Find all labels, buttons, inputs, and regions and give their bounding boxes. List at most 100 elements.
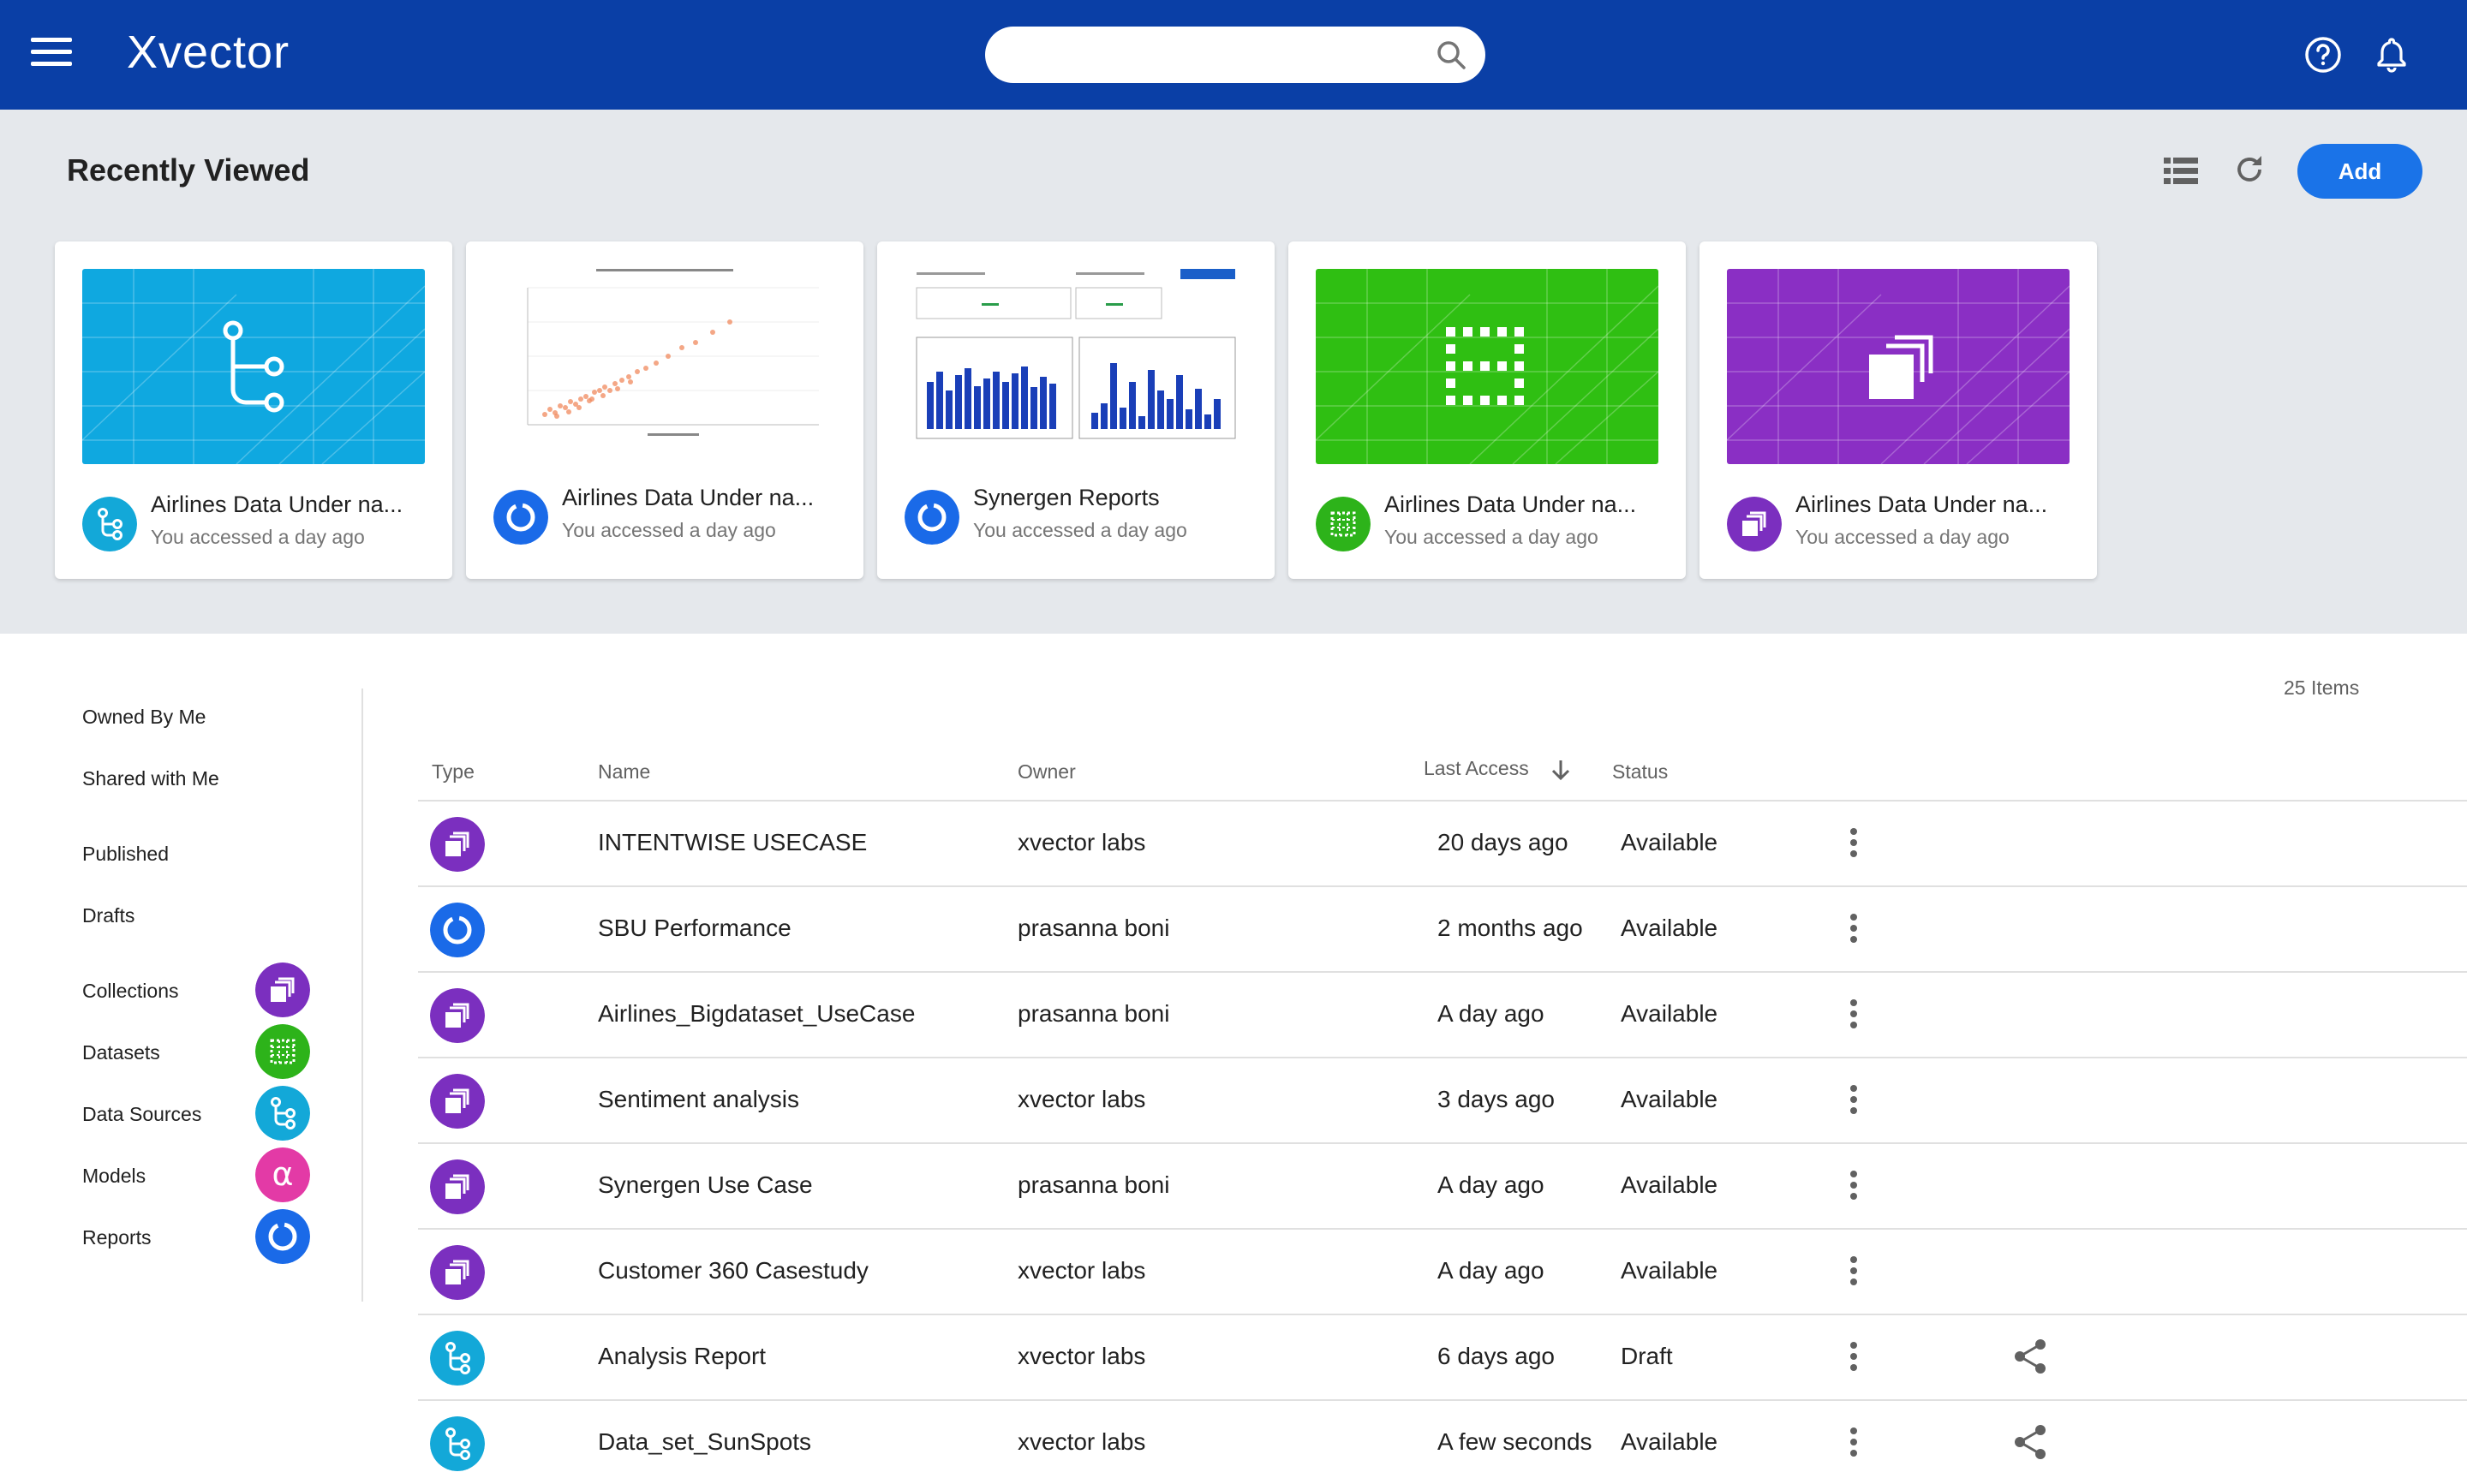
recent-card[interactable]: Synergen Reports You accessed a day ago — [877, 241, 1275, 579]
row-last-access: A day ago — [1437, 1171, 1544, 1198]
card-subtitle: You accessed a day ago — [1384, 526, 1598, 548]
more-options-icon[interactable] — [1840, 1168, 1867, 1206]
table-row[interactable]: Data_set_SunSpots xvector labs A few secon… — [418, 1399, 2467, 1484]
sidebar-item-shared-with-me[interactable]: Shared with Me — [82, 767, 219, 790]
more-options-icon[interactable] — [1840, 1339, 1867, 1377]
share-icon[interactable] — [2011, 1423, 2049, 1461]
more-options-icon[interactable] — [1840, 1425, 1867, 1463]
report-icon[interactable] — [255, 1209, 310, 1264]
row-name[interactable]: INTENTWISE USECASE — [598, 829, 867, 856]
more-options-icon[interactable] — [1840, 1254, 1867, 1291]
table-row[interactable]: Synergen Use Case prasanna boni A day ago A… — [418, 1142, 2467, 1228]
recent-card[interactable]: Airlines Data Under na... You accessed a… — [55, 241, 452, 579]
more-options-icon[interactable] — [1840, 997, 1867, 1034]
row-name[interactable]: Sentiment analysis — [598, 1086, 799, 1113]
dataset-icon — [1316, 497, 1371, 551]
table-row[interactable]: Analysis Report xvector labs 6 days ago Dra… — [418, 1314, 2467, 1399]
table-row[interactable]: INTENTWISE USECASE xvector labs 20 days ag… — [418, 800, 2467, 885]
row-last-access: A day ago — [1437, 1000, 1544, 1027]
sort-arrow-down-icon[interactable] — [1549, 757, 1573, 783]
data-source-icon — [82, 497, 137, 551]
column-header-type: Type — [432, 760, 475, 783]
sidebar-item-models[interactable]: Models — [82, 1165, 146, 1188]
row-owner: xvector labs — [1018, 829, 1146, 855]
row-status: Available — [1621, 915, 1718, 941]
column-header-status: Status — [1612, 760, 1669, 783]
list-view-icon[interactable] — [2162, 154, 2200, 188]
refresh-icon[interactable] — [2231, 151, 2268, 188]
row-name[interactable]: Analysis Report — [598, 1343, 766, 1370]
recent-card[interactable]: Airlines Data Under na... You accessed a… — [466, 241, 863, 579]
row-last-access: 20 days ago — [1437, 829, 1568, 855]
table-row[interactable]: Sentiment analysis xvector labs 3 days ago… — [418, 1057, 2467, 1142]
row-owner: prasanna boni — [1018, 1171, 1170, 1198]
row-owner: prasanna boni — [1018, 915, 1170, 941]
collection-icon — [430, 817, 485, 872]
search-input[interactable] — [985, 27, 1485, 83]
more-options-icon[interactable] — [1840, 825, 1867, 863]
card-thumbnail — [1727, 269, 2070, 464]
card-title: Airlines Data Under na... — [1384, 492, 1637, 517]
dataset-icon[interactable] — [255, 1024, 310, 1079]
table-row[interactable]: SBU Performance prasanna boni 2 months ago… — [418, 885, 2467, 971]
row-owner: xvector labs — [1018, 1257, 1146, 1284]
search-icon[interactable] — [1434, 38, 1468, 72]
card-thumbnail — [82, 269, 425, 464]
sidebar-item-published[interactable]: Published — [82, 843, 169, 866]
sidebar-item-data-sources[interactable]: Data Sources — [82, 1103, 201, 1126]
card-thumbnail — [493, 262, 836, 457]
sidebar-divider — [361, 688, 363, 1302]
recent-card[interactable]: Airlines Data Under na... You accessed a… — [1699, 241, 2097, 579]
model-alpha-icon[interactable]: α — [255, 1147, 310, 1202]
top-app-bar: Xvector — [0, 0, 2467, 110]
card-title: Synergen Reports — [973, 485, 1160, 510]
row-name[interactable]: Customer 360 Casestudy — [598, 1257, 869, 1284]
row-last-access: 2 months ago — [1437, 915, 1583, 941]
more-options-icon[interactable] — [1840, 1082, 1867, 1120]
add-button[interactable]: Add — [2297, 144, 2422, 199]
help-icon[interactable] — [2303, 34, 2344, 75]
menu-icon[interactable] — [31, 38, 72, 72]
row-last-access: A few seconds — [1437, 1428, 1592, 1455]
card-subtitle: You accessed a day ago — [151, 526, 365, 548]
row-name[interactable]: Synergen Use Case — [598, 1171, 813, 1199]
card-thumbnail — [1316, 269, 1658, 464]
card-subtitle: You accessed a day ago — [973, 519, 1187, 541]
collection-icon — [430, 1159, 485, 1214]
recent-card[interactable]: Airlines Data Under na... You accessed a… — [1288, 241, 1686, 579]
row-owner: xvector labs — [1018, 1343, 1146, 1369]
row-status: Available — [1621, 1086, 1718, 1112]
sidebar-item-owned-by-me[interactable]: Owned By Me — [82, 706, 206, 729]
app-logo[interactable]: Xvector — [127, 26, 290, 79]
column-header-owner[interactable]: Owner — [1018, 760, 1076, 784]
bell-icon[interactable] — [2371, 34, 2412, 75]
share-icon[interactable] — [2011, 1338, 2049, 1375]
card-title: Airlines Data Under na... — [1795, 492, 2048, 517]
svg-text:α: α — [272, 1155, 293, 1193]
sidebar-item-collections[interactable]: Collections — [82, 980, 179, 1003]
column-header-name[interactable]: Name — [598, 760, 650, 784]
row-status: Available — [1621, 1257, 1718, 1284]
table-row[interactable]: Customer 360 Casestudy xvector labs A day … — [418, 1228, 2467, 1314]
report-icon — [430, 903, 485, 957]
collection-icon — [430, 1245, 485, 1300]
table-row[interactable]: Airlines_Bigdataset_UseCase prasanna boni… — [418, 971, 2467, 1057]
row-owner: xvector labs — [1018, 1428, 1146, 1455]
row-status: Available — [1621, 1000, 1718, 1027]
sidebar-item-datasets[interactable]: Datasets — [82, 1041, 160, 1064]
card-title: Airlines Data Under na... — [562, 485, 815, 510]
card-title: Airlines Data Under na... — [151, 492, 403, 517]
sidebar-item-drafts[interactable]: Drafts — [82, 904, 134, 927]
more-options-icon[interactable] — [1840, 911, 1867, 949]
row-last-access: 3 days ago — [1437, 1086, 1555, 1112]
collection-icon[interactable] — [255, 963, 310, 1017]
row-name[interactable]: Airlines_Bigdataset_UseCase — [598, 1000, 915, 1028]
column-header-last-access[interactable]: Last Access — [1424, 757, 1529, 780]
row-name[interactable]: Data_set_SunSpots — [598, 1428, 811, 1456]
items-count: 25 Items — [2284, 676, 2360, 699]
row-name[interactable]: SBU Performance — [598, 915, 791, 942]
sidebar-item-reports[interactable]: Reports — [82, 1226, 152, 1249]
row-status: Available — [1621, 829, 1718, 855]
section-title: Recently Viewed — [67, 152, 310, 188]
data-source-icon[interactable] — [255, 1086, 310, 1141]
